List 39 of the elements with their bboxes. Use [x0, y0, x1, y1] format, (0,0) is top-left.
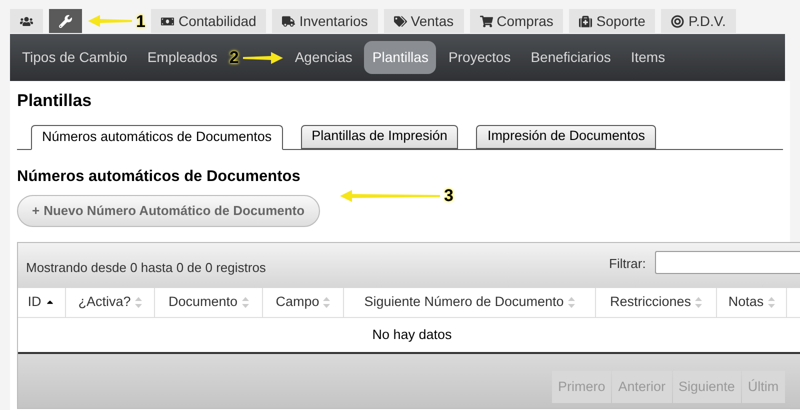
column-header[interactable]: Restricciones: [596, 288, 717, 317]
users-icon: [20, 14, 33, 28]
module-tab[interactable]: Inventarios: [272, 9, 378, 33]
module-tab[interactable]: [10, 9, 43, 33]
target-icon: [671, 14, 684, 28]
tags-icon: [394, 14, 407, 28]
nav-item[interactable]: Items: [622, 41, 674, 74]
section-title: Números automáticos de Documentos: [17, 166, 302, 186]
column-header[interactable]: Siguiente Número de Documento: [344, 288, 596, 317]
wrench-icon: [59, 14, 72, 28]
column-header[interactable]: ¿Activa?: [66, 288, 155, 317]
cart-icon: [480, 14, 493, 28]
tab[interactable]: Números automáticos de Documentos: [31, 124, 283, 150]
tab[interactable]: Plantillas de Impresión: [300, 124, 458, 148]
nav-item[interactable]: Beneficiarios: [522, 41, 619, 74]
nav-item[interactable]: Empleados: [139, 41, 226, 74]
empty-message: No hay datos: [372, 326, 452, 344]
column-header[interactable]: Campo: [263, 288, 344, 317]
tab[interactable]: Impresión de Documentos: [476, 124, 656, 148]
module-tab[interactable]: [49, 9, 82, 33]
column-header[interactable]: Notas: [717, 288, 787, 317]
module-tab[interactable]: Ventas: [384, 9, 464, 33]
filter-field[interactable]: [655, 250, 800, 274]
banknote-icon: [161, 14, 174, 28]
module-tab[interactable]: Contabilidad: [151, 9, 266, 33]
medkit-icon: [579, 14, 592, 28]
table-info: Mostrando desde 0 hasta 0 de 0 registros: [26, 259, 266, 278]
column-header[interactable]: ID: [18, 288, 66, 317]
module-tab[interactable]: P.D.V.: [661, 9, 736, 33]
module-tab[interactable]: Soporte: [569, 9, 656, 33]
truck-icon: [282, 14, 296, 28]
page-title: Plantillas: [17, 90, 93, 112]
module-tab[interactable]: Compras: [470, 9, 564, 33]
new-document-number-button[interactable]: + Nuevo Número Automático de Documento: [17, 194, 320, 227]
nav-item[interactable]: Proyectos: [440, 41, 519, 74]
filter-label: Filtrar:: [609, 254, 646, 273]
nav-item[interactable]: Tipos de Cambio: [14, 41, 136, 74]
column-header[interactable]: Documento: [155, 288, 263, 317]
nav-item[interactable]: Agencias: [286, 41, 360, 74]
